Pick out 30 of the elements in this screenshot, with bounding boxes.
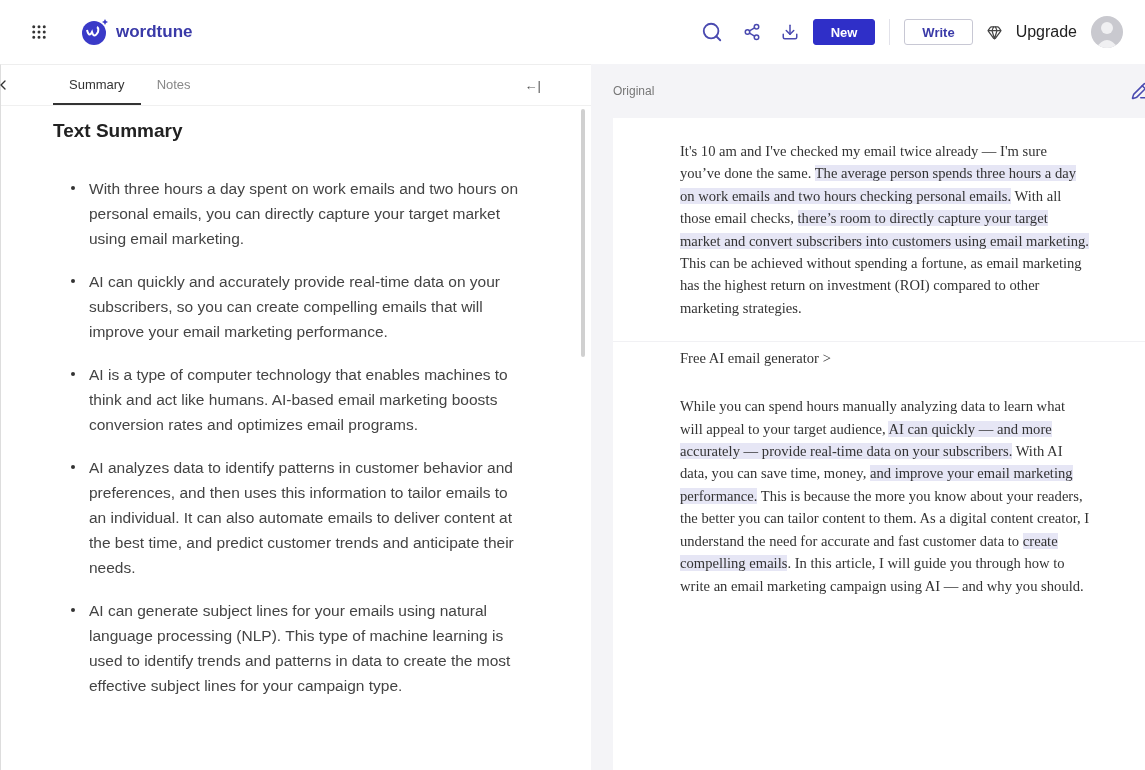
diamond-icon[interactable] — [986, 24, 1002, 40]
bullet-dot — [71, 372, 75, 376]
collapse-button[interactable]: ←| — [524, 77, 541, 93]
scrollbar[interactable] — [581, 109, 585, 357]
document-paragraph: It's 10 am and I've checked my email twice already — I'm sure you’ve done the same. The average person spends three hours a day on work emails and two hours checking personal emails. With all those email checks, there’s room to directly capture your target market and convert subscribers into customers using email marketing. This can be achieved without spending a fortune, as email marketing has the highest return on investment (ROI) compared to other marketing strategies. — [679, 142, 1090, 318]
summary-bullet: AI is a type of computer technology that enables machines to think and act like humans. AI-based email marketing boosts conversion rates and optimizes email programs. — [89, 365, 509, 435]
summary-bullet: AI can generate subject lines for your emails using natural language processing (NLP). This type of machine learning is used to identify trends and patterns in data to create the most effective subject lines for your campaign type. — [89, 601, 512, 696]
summary-bullet: With three hours a day spent on work emails and two hours on personal emails, you can directly capture your target market using email marketing. — [89, 179, 519, 249]
logo-text: wordtune — [116, 22, 193, 42]
tab[interactable]: Summary — [53, 65, 141, 105]
tab[interactable]: Notes — [140, 65, 207, 105]
pencil-icon[interactable] — [1131, 82, 1145, 100]
document-paragraph: While you can spend hours manually analyzing data to learn what will appeal to your target audience, AI can quickly — and more accurately — provide real-time data on your subscribers. With AI data, you can save time, money, and improve your email marketing performance. This is because the more you know about your readers, the better you can tailor content to them. As a digital content creator, I understand the need for accurate and fast customer data to create compelling emails. In this article, I will guide you through how to write an email marketing campaign using AI — and why you should. — [679, 397, 1091, 596]
download-icon[interactable] — [780, 23, 799, 41]
bullet-dot — [71, 608, 75, 612]
bullet-dot — [71, 279, 75, 283]
generator-link[interactable]: Free AI email generator > — [613, 341, 1145, 374]
summary-bullet: AI can quickly and accurately provide real-time data on your subscribers, so you can create compelling emails that will improve your email marketing performance. — [89, 272, 501, 342]
section-title: Text Summary — [53, 120, 184, 142]
share-icon[interactable] — [742, 23, 761, 41]
bullet-dot — [71, 186, 75, 190]
apps-grid-icon[interactable] — [30, 23, 48, 41]
upgrade-link[interactable]: Upgrade — [1015, 23, 1077, 41]
original-label: Original — [613, 84, 655, 98]
summary-bullet: AI analyzes data to identify patterns in customer behavior and preferences, and then uses this information to tailor emails to an individual. It can also automate emails to deliver content at the best time, and predict customer trends and anticipate their needs. — [89, 458, 515, 578]
new-button[interactable]: New — [812, 19, 876, 45]
logo-icon — [80, 17, 110, 47]
search-icon[interactable] — [700, 21, 723, 43]
write-button[interactable]: Write — [904, 19, 973, 45]
bullet-dot — [71, 465, 75, 469]
